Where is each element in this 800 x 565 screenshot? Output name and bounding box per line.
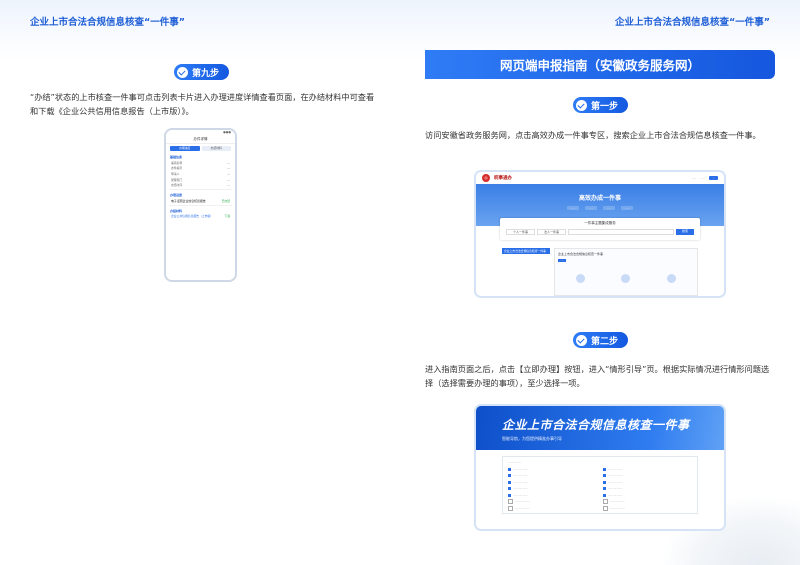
guide-screenshot: 企业上市合法合规信息核查一件事 智能导航，为您提供精准办事引导 ········… (476, 406, 724, 529)
search-row: 个人一件事 法人一件事 搜索 (500, 226, 700, 238)
check-icon (177, 66, 188, 78)
divider (169, 188, 232, 190)
phone-screenshot: ●●● 办件详情 办理进度 办结材料 基础信息 事项名称 — 办件编号 — 申请人 —… (164, 128, 237, 282)
situation-option[interactable]: ·················· (603, 500, 692, 504)
situation-options: ·················· ·················· ··… (508, 467, 692, 510)
tab-personal[interactable]: 个人一件事 (506, 229, 536, 235)
portal-banner-title: 高效办成一件事 (578, 195, 621, 202)
step-label: 第一步 (591, 101, 619, 112)
step-one-badge: 第一步 (573, 97, 629, 113)
situation-option[interactable]: ·················· (603, 487, 692, 491)
search-input[interactable] (568, 229, 674, 235)
phone-section-progress: 办理进度 (170, 192, 183, 197)
phone-tab-materials[interactable]: 办结材料 (201, 146, 231, 151)
situation-option[interactable]: ·················· (508, 493, 597, 497)
portal-main-card: 企业上市合法合规信息核查一件事 ··· (554, 248, 698, 296)
tab-legal-person[interactable]: 法人一件事 (537, 229, 567, 235)
phone-tabs: 办理进度 办结材料 (166, 144, 235, 153)
step-nine-text: “办结”状态的上市核查一件事可点击列表卡片进入办理进度详情查看页面，在办结材料中… (30, 92, 375, 116)
phone-nav-title: 办件详情 (166, 136, 235, 144)
situation-panel: ··············· ·················· ·····… (502, 456, 698, 514)
situation-option[interactable]: ·················· (508, 480, 597, 484)
portal-links: ····· ····· ··· (692, 176, 718, 180)
portal-login-button[interactable]: ··· (709, 176, 718, 180)
step-label: 第二步 (591, 336, 619, 347)
portal-logo-icon: ◎ (482, 174, 490, 182)
download-link: 下载 (224, 214, 230, 219)
situation-option[interactable]: ·················· (603, 480, 692, 484)
situation-option[interactable]: ·················· (508, 474, 597, 478)
portal-side-item[interactable]: 企业上市合法合规信息核查一件事 (502, 248, 550, 254)
phone-section-materials: 办结材料 (170, 208, 183, 213)
portal-brand: 皖事通办 (494, 176, 512, 181)
situation-option[interactable]: ·················· (603, 493, 692, 497)
portal-search-panel: 一件事主题集成服务 个人一件事 法人一件事 搜索 (500, 218, 700, 240)
situation-option[interactable]: ·················· (508, 506, 597, 510)
running-head: 企业上市合法合规信息核查“一件事” (615, 17, 770, 28)
situation-option[interactable]: ·················· (603, 474, 692, 478)
search-panel-title: 一件事主题集成服务 (584, 221, 616, 225)
situation-option[interactable]: ·················· (508, 467, 597, 471)
phone-info-row: 办结时间 — (171, 183, 230, 188)
step-one-text: 访问安徽省政务服务网，点击高效办成一件事专区，搜索企业上市合法合规信息核查一件事… (425, 130, 761, 140)
guide-banner: 企业上市合法合规信息核查一件事 智能导航，为您提供精准办事引导 (476, 406, 724, 450)
portal-body: 企业上市合法合规信息核查一件事 企业上市合法合规信息核查一件事 ··· (502, 248, 698, 296)
situation-panel-title: ··············· (508, 460, 522, 464)
guide-banner-subtitle: 智能导航，为您提供精准办事引导 (502, 436, 562, 441)
step-two-badge: 第二步 (573, 332, 629, 348)
step-two-text: 进入指南页面之后，点击【立即办理】按钮，进入“情形引导”页。根据实际情况进行情形… (425, 364, 770, 388)
running-head: 企业上市合法合规信息核查“一件事” (30, 17, 185, 28)
situation-option[interactable]: ·················· (508, 487, 597, 491)
phone-section-basic: 基础信息 (170, 155, 183, 159)
section-title-bar: 网页端申报指南（安徽政务服务网） (425, 50, 775, 79)
step-nine-badge: 第九步 (174, 64, 230, 80)
flow-steps (558, 274, 694, 283)
search-button[interactable]: 搜索 (675, 229, 694, 235)
phone-material-row[interactable]: 企业公共信用信息报告（上市版） 下载 (166, 214, 235, 220)
portal-screenshot: ◎ 皖事通办 ····· ····· ··· 高效办成一件事 ···· ···· ···… (476, 172, 724, 296)
portal-banner-links: ···· ···· ···· ···· (476, 206, 724, 210)
phone-progress-row[interactable]: 电子证照企业信息核查报告 已办结 (166, 198, 235, 204)
situation-option[interactable]: ·················· (603, 506, 692, 510)
check-icon (576, 99, 587, 111)
left-page: 企业上市合法合规信息核查“一件事” 第九步 “办结”状态的上市核查一件事可点击列… (0, 0, 400, 565)
situation-option[interactable]: ·················· (603, 467, 692, 471)
apply-button[interactable]: ··· (558, 259, 567, 262)
divider (169, 204, 232, 206)
portal-header: ◎ 皖事通办 ····· ····· ··· (476, 172, 724, 184)
phone-tab-progress[interactable]: 办理进度 (170, 146, 200, 151)
guide-banner-title: 企业上市合法合规信息核查一件事 (502, 418, 690, 432)
portal-main-title: 企业上市合法合规信息核查一件事 (558, 252, 604, 256)
check-icon (576, 334, 587, 346)
situation-option[interactable]: ·················· (508, 500, 597, 504)
step-label: 第九步 (192, 68, 220, 79)
